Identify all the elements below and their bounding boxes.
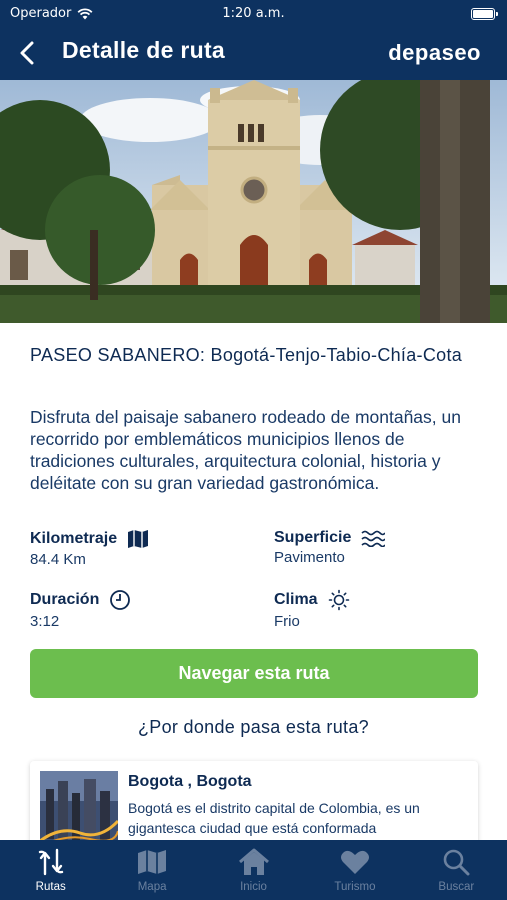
clock: 1:20 a.m.: [222, 6, 285, 21]
tab-label: Inicio: [240, 881, 267, 893]
stat-label: Clima: [274, 591, 318, 608]
stat-value: 3:12: [30, 613, 60, 630]
navigate-route-button[interactable]: Navegar esta ruta: [30, 649, 478, 698]
tab-buscar[interactable]: Buscar: [406, 840, 507, 900]
church-photo: [0, 80, 507, 323]
map-icon: [137, 846, 167, 878]
stat-duracion: Duración 3:12: [30, 589, 131, 630]
home-icon: [238, 846, 270, 878]
stop-description: Bogotá es el distrito capital de Colombi…: [128, 800, 420, 836]
tab-turismo[interactable]: Turismo: [304, 840, 405, 900]
tab-rutas[interactable]: Rutas: [0, 840, 101, 900]
map-icon: [127, 529, 149, 549]
tab-bar: Rutas Mapa Inicio Turismo Buscar: [0, 840, 507, 900]
sun-icon: [328, 589, 350, 611]
stop-title: Bogota , Bogota: [128, 773, 252, 790]
tab-label: Rutas: [35, 881, 66, 893]
tab-label: Turismo: [334, 881, 376, 893]
tab-label: Buscar: [438, 881, 475, 893]
page-title: Detalle de ruta: [62, 37, 225, 63]
brand-logo: depaseo: [388, 40, 481, 65]
battery-icon: [471, 8, 498, 20]
stat-value: Frio: [274, 613, 300, 630]
stop-thumbnail: [40, 771, 118, 840]
tab-inicio[interactable]: Inicio: [203, 840, 304, 900]
route-detail: PASEO SABANERO: Bogotá-Tenjo-Tabio-Chía-…: [0, 323, 507, 840]
stat-clima: Clima Frio: [274, 589, 350, 630]
tab-mapa[interactable]: Mapa: [101, 840, 202, 900]
stat-label: Superficie: [274, 529, 352, 546]
stat-value: 84.4 Km: [30, 551, 86, 568]
stat-superficie: Superficie Pavimento: [274, 529, 386, 566]
back-button[interactable]: [12, 38, 42, 68]
section-heading: ¿Por donde pasa esta ruta?: [138, 717, 369, 737]
chevron-left-icon: [20, 41, 34, 65]
nav-bar: Detalle de ruta depaseo: [0, 28, 507, 80]
routes-icon: [36, 846, 66, 878]
stop-card[interactable]: Bogota , Bogota Bogotá es el distrito ca…: [30, 761, 478, 840]
clock-icon: [109, 589, 131, 611]
waves-icon: [361, 529, 386, 547]
stat-label: Duración: [30, 591, 100, 608]
stat-label: Kilometraje: [30, 530, 118, 547]
status-bar: Operador 1:20 a.m.: [0, 0, 507, 28]
stat-value: Pavimento: [274, 549, 345, 566]
tab-label: Mapa: [137, 881, 167, 893]
heart-icon: [340, 846, 370, 878]
route-title: PASEO SABANERO: Bogotá-Tenjo-Tabio-Chía-…: [30, 345, 463, 365]
stat-kilometraje: Kilometraje 84.4 Km: [30, 529, 149, 568]
route-description: Disfruta del paisaje sabanero rodeado de…: [30, 407, 461, 493]
route-hero-image: [0, 80, 507, 323]
search-icon: [442, 846, 470, 878]
